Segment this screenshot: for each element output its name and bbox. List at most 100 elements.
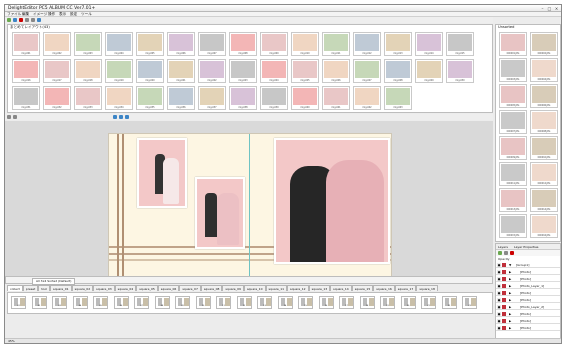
page-thumb[interactable]: 19 xyxy=(380,296,395,309)
library-thumb[interactable]: img-020 xyxy=(136,59,164,83)
library-thumb[interactable]: img-016 xyxy=(12,59,40,83)
page-tab[interactable]: square_05 xyxy=(136,285,158,291)
library-thumb[interactable]: img-002 xyxy=(43,32,71,56)
right-thumb[interactable]: 000001.JPG xyxy=(499,32,527,56)
expand-arrow-icon[interactable]: ▶ xyxy=(509,318,511,324)
layer-row[interactable]: ● ▶ [Photo] xyxy=(496,325,560,331)
layer-row[interactable]: ● ▶ [Photo_Layer_2] xyxy=(496,304,560,310)
library-thumb[interactable]: img-039 xyxy=(260,86,288,110)
page-tab[interactable]: collect xyxy=(7,285,23,291)
library-thumb[interactable]: img-005 xyxy=(136,32,164,56)
page-tab[interactable]: square_03 xyxy=(93,285,115,291)
expand-arrow-icon[interactable]: ▶ xyxy=(509,325,511,331)
library-thumb[interactable]: img-012 xyxy=(353,32,381,56)
layer-row[interactable]: ● ▶ [Photo] xyxy=(496,297,560,303)
page-thumb[interactable]: 16 xyxy=(318,296,334,309)
layer-row[interactable]: ● ▶ [Photo] xyxy=(496,290,560,296)
library-thumb[interactable]: img-027 xyxy=(353,59,381,83)
library-thumb[interactable]: img-026 xyxy=(322,59,350,83)
page-tab[interactable]: square_07 xyxy=(179,285,201,291)
library-thumb[interactable]: img-014 xyxy=(415,32,443,56)
open-icon[interactable] xyxy=(13,18,17,22)
expand-arrow-icon[interactable]: ▶ xyxy=(509,290,511,296)
page-thumb[interactable]: 10 xyxy=(195,296,211,309)
library-thumb[interactable]: img-036 xyxy=(167,86,195,110)
right-thumb[interactable]: 000008.JPG xyxy=(530,110,558,134)
library-thumb[interactable]: img-017 xyxy=(43,59,71,83)
layer-row[interactable]: ● ▶ [Photo] xyxy=(496,269,560,275)
lock-icon[interactable] xyxy=(502,326,506,330)
page-thumb[interactable]: 07 xyxy=(134,296,149,309)
album-spread[interactable] xyxy=(108,133,392,279)
library-thumb[interactable]: img-013 xyxy=(384,32,412,56)
library-thumb[interactable]: img-022 xyxy=(198,59,226,83)
right-thumb[interactable]: 000007.JPG xyxy=(499,110,527,134)
lock-icon[interactable] xyxy=(502,312,506,316)
library-thumb[interactable]: img-025 xyxy=(291,59,319,83)
library-thumb[interactable]: img-042 xyxy=(353,86,381,110)
undo-icon[interactable] xyxy=(7,115,11,119)
library-thumb[interactable]: img-004 xyxy=(105,32,133,56)
library-thumb[interactable]: img-030 xyxy=(446,59,474,83)
page-thumb[interactable]: 22 xyxy=(441,296,457,309)
page-tab[interactable]: square_06 xyxy=(157,285,180,291)
fit-icon[interactable] xyxy=(113,115,117,119)
lock-icon[interactable] xyxy=(502,298,506,302)
zoom-in-icon[interactable] xyxy=(119,115,123,119)
layer-row[interactable]: ● ▼ [Group1] xyxy=(496,262,560,268)
right-thumb[interactable]: 000015.JPG xyxy=(499,214,527,238)
visibility-icon[interactable]: ● xyxy=(497,263,501,267)
library-thumb[interactable]: img-007 xyxy=(198,32,226,56)
page-tab[interactable]: square_14 xyxy=(330,285,352,291)
library-thumb[interactable]: img-034 xyxy=(105,86,133,110)
page-tab[interactable]: tool xyxy=(38,285,51,291)
page-thumb[interactable]: 08 xyxy=(154,296,170,309)
visibility-icon[interactable]: ● xyxy=(497,312,501,316)
lock-icon[interactable] xyxy=(502,284,506,288)
page-thumb[interactable]: 06 xyxy=(113,296,129,309)
page-tab[interactable]: square_01 xyxy=(50,285,72,291)
page-tab[interactable]: square_13 xyxy=(308,285,331,291)
library-thumb[interactable]: img-037 xyxy=(198,86,226,110)
library-thumb[interactable]: img-008 xyxy=(229,32,257,56)
visibility-icon[interactable]: ● xyxy=(497,319,501,323)
library-thumb[interactable]: img-028 xyxy=(384,59,412,83)
page-thumb[interactable]: 11 xyxy=(216,296,231,309)
page-thumb[interactable]: 20 xyxy=(400,296,416,309)
library-thumb[interactable]: img-019 xyxy=(105,59,133,83)
page-tab[interactable]: square_08 xyxy=(200,285,223,291)
visibility-icon[interactable]: ● xyxy=(497,291,501,295)
close-button[interactable]: × xyxy=(554,6,559,11)
right-thumb[interactable]: 000012.JPG xyxy=(530,162,558,186)
copy-icon[interactable] xyxy=(25,18,29,22)
expand-arrow-icon[interactable]: ▶ xyxy=(509,283,511,289)
visibility-icon[interactable]: ● xyxy=(497,305,501,309)
page-thumb[interactable]: 02 xyxy=(31,296,47,309)
right-thumb[interactable]: 000013.JPG xyxy=(499,188,527,212)
delete-layer-icon[interactable] xyxy=(510,251,514,255)
right-thumb[interactable]: 000014.JPG xyxy=(530,188,558,212)
library-thumb[interactable]: img-031 xyxy=(12,86,40,110)
visibility-icon[interactable]: ● xyxy=(497,298,501,302)
duplicate-layer-icon[interactable] xyxy=(504,251,508,255)
expand-arrow-icon[interactable]: ▶ xyxy=(509,311,511,317)
page-tab[interactable]: square_18 xyxy=(416,285,438,291)
page-tab[interactable]: square_02 xyxy=(71,285,94,291)
photo-frame-1[interactable] xyxy=(137,138,187,208)
visibility-icon[interactable]: ● xyxy=(497,284,501,288)
delete-icon[interactable] xyxy=(19,18,23,22)
minimize-button[interactable]: – xyxy=(540,6,545,11)
layer-row[interactable]: ● ▶ [Photo] xyxy=(496,311,560,317)
tab-all-sorted[interactable]: All 3x4 Sorted (Default) xyxy=(32,278,76,285)
visibility-icon[interactable]: ● xyxy=(497,270,501,274)
maximize-button[interactable]: □ xyxy=(547,6,552,11)
library-thumb[interactable]: img-018 xyxy=(74,59,102,83)
lock-icon[interactable] xyxy=(502,270,506,274)
layer-row[interactable]: ● ▶ [Photo] xyxy=(496,276,560,282)
library-thumb[interactable]: img-038 xyxy=(229,86,257,110)
page-thumb[interactable]: 12 xyxy=(236,296,252,309)
layer-row[interactable]: ● ▶ [Photo_Layer_1] xyxy=(496,283,560,289)
page-tab[interactable]: preset xyxy=(22,285,39,291)
library-thumb[interactable]: img-009 xyxy=(260,32,288,56)
redo-icon[interactable] xyxy=(13,115,17,119)
